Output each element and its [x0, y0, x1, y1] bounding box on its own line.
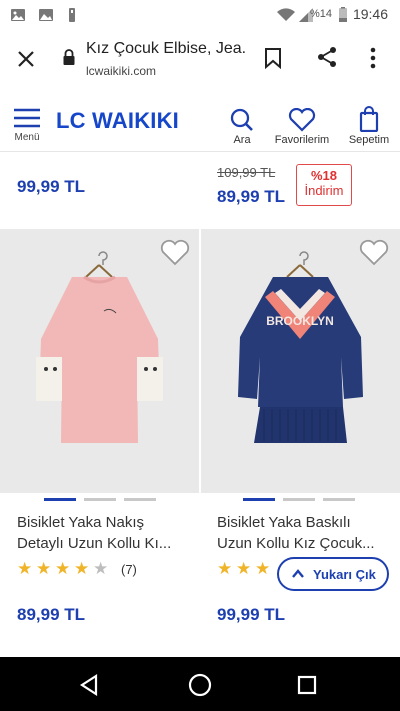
recents-icon[interactable] — [297, 675, 317, 695]
rating-count: (7) — [121, 562, 137, 577]
brand-logo[interactable]: LC WAIKIKI — [56, 108, 179, 134]
image-carousel-dots — [0, 498, 199, 501]
product-name[interactable]: Bisiklet Yaka Baskılı Uzun Kollu Kız Çoc… — [217, 512, 397, 554]
carousel-dot[interactable] — [323, 498, 355, 501]
search-label: Ara — [233, 134, 251, 146]
star-filled-icon: ★ — [17, 559, 33, 578]
lock-icon — [63, 49, 75, 65]
product-name-line: Uzun Kollu Kız Çocuk... — [217, 535, 375, 552]
product-price: 99,99 TL — [17, 177, 86, 196]
url-text[interactable]: lcwaikiki.com — [86, 64, 156, 78]
share-icon[interactable] — [316, 46, 338, 68]
page-title[interactable]: Kız Çocuk Elbise, Jea... — [86, 40, 246, 58]
star-filled-icon: ★ — [255, 559, 271, 578]
battery-icon — [339, 7, 347, 22]
carousel-dot[interactable] — [84, 498, 116, 501]
favorites-button[interactable]: Favorilerim — [272, 106, 332, 148]
image-icon — [39, 9, 53, 21]
search-button[interactable]: Ara — [222, 106, 262, 148]
clock: 19:46 — [352, 6, 388, 22]
carousel-dot[interactable] — [243, 498, 275, 501]
product-price: 89,99 TL — [17, 605, 86, 624]
product-name-line: Detaylı Uzun Kollu Kı... — [17, 535, 172, 552]
chevron-up-icon — [292, 569, 304, 578]
back-icon[interactable] — [79, 674, 99, 696]
product-price: 89,99 TL — [217, 187, 286, 206]
carousel-dot[interactable] — [283, 498, 315, 501]
home-icon[interactable] — [188, 673, 212, 697]
shopping-bag-icon — [359, 106, 379, 132]
menu-label: Menü — [14, 132, 40, 143]
browser-toolbar: Kız Çocuk Elbise, Jea... lcwaikiki.com — [0, 30, 400, 88]
favorites-label: Favorilerim — [274, 134, 330, 146]
pink-sweatshirt-dress-image — [36, 251, 163, 443]
star-filled-icon: ★ — [217, 559, 233, 578]
star-filled-icon: ★ — [36, 559, 52, 578]
print-text: BROOKLYN — [266, 314, 334, 328]
menu-button[interactable]: Menü — [12, 108, 42, 148]
star-filled-icon: ★ — [55, 559, 71, 578]
carousel-dot[interactable] — [44, 498, 76, 501]
scroll-to-top-label: Yukarı Çık — [313, 567, 376, 582]
favorite-heart-icon[interactable] — [359, 239, 389, 267]
hamburger-icon — [14, 108, 40, 128]
discount-label: İndirim — [304, 183, 344, 198]
star-filled-icon: ★ — [74, 559, 90, 578]
gallery-icon — [11, 9, 25, 21]
system-navigation-bar — [0, 657, 400, 711]
product-image[interactable]: BROOKLYN — [201, 229, 400, 493]
scroll-to-top-button[interactable]: Yukarı Çık — [277, 557, 389, 591]
discount-percent: %18 — [310, 168, 338, 183]
close-icon[interactable] — [17, 50, 35, 68]
wifi-icon — [277, 8, 295, 21]
product-name-line: Bisiklet Yaka Baskılı — [217, 514, 351, 531]
bookmark-icon[interactable] — [264, 47, 282, 69]
favorite-heart-icon[interactable] — [160, 239, 190, 267]
product-price: 99,99 TL — [217, 605, 286, 624]
star-empty-icon: ★ — [93, 559, 109, 578]
product-name[interactable]: Bisiklet Yaka Nakış Detaylı Uzun Kollu K… — [17, 512, 197, 554]
search-icon — [230, 108, 253, 131]
navy-sweatshirt-dress-image: BROOKLYN — [238, 251, 363, 443]
status-bar: %14 19:46 — [0, 0, 400, 30]
image-carousel-dots — [201, 498, 400, 501]
discount-badge: %18 İndirim — [296, 164, 352, 206]
carousel-dot[interactable] — [124, 498, 156, 501]
product-name-line: Bisiklet Yaka Nakış — [17, 514, 144, 531]
battery-percent: %14 — [309, 8, 332, 20]
star-filled-icon: ★ — [236, 559, 252, 578]
cart-button[interactable]: Sepetim — [344, 106, 394, 148]
usb-icon — [69, 8, 75, 22]
more-options-icon[interactable] — [370, 47, 376, 69]
product-image[interactable] — [0, 229, 199, 493]
old-price: 109,99 TL — [217, 165, 276, 180]
heart-icon — [288, 108, 316, 132]
site-header: Menü LC WAIKIKI Ara Favorilerim Sepetim — [0, 92, 400, 152]
cart-label: Sepetim — [348, 134, 390, 146]
